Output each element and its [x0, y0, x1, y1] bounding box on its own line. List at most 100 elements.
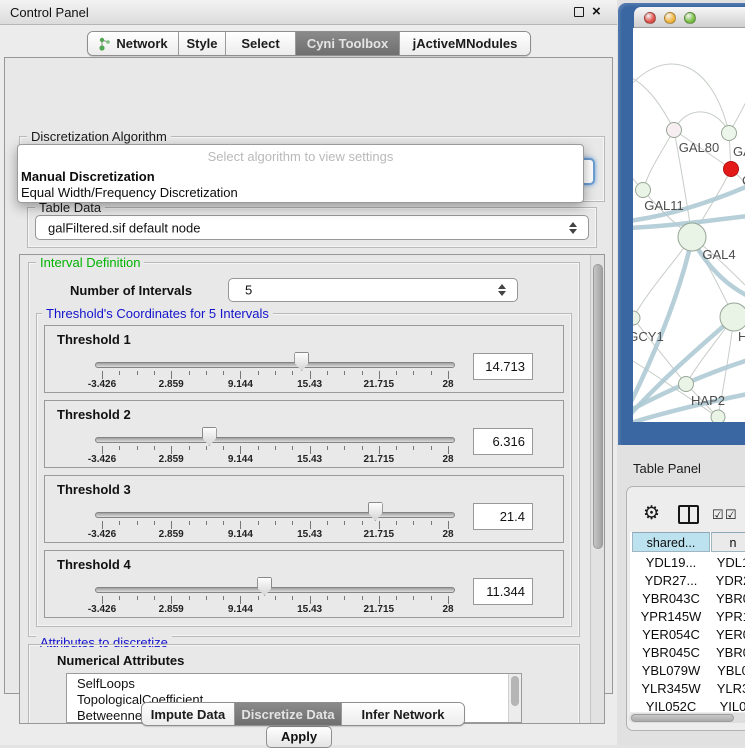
tab-cyni-toolbox[interactable]: Cyni Toolbox [296, 32, 400, 55]
column-header[interactable]: n [711, 532, 745, 552]
slider-tick [413, 521, 414, 525]
threshold-box: Threshold 4-3.4262.8599.14415.4321.71528… [44, 550, 564, 618]
table-cell[interactable]: YDR27... [632, 572, 710, 590]
table-cell[interactable]: YLR345W [632, 680, 710, 698]
control-panel-titlebar: Control Panel × [0, 0, 617, 25]
algorithm-option[interactable]: Manual Discretization [21, 169, 155, 184]
network-node[interactable] [720, 303, 745, 331]
minimize-traffic-light-icon[interactable] [664, 12, 676, 24]
split-columns-icon[interactable] [678, 505, 699, 524]
float-window-icon[interactable] [574, 7, 584, 17]
table-cell[interactable]: YER0 [711, 626, 745, 644]
num-intervals-combo[interactable]: 5 [228, 278, 518, 302]
tab-discretize-data[interactable]: Discretize Data [235, 703, 342, 725]
table-cell[interactable]: YIL0 [711, 698, 745, 712]
node-table[interactable]: shared...nYDL19...YDL1YDR27...YDR2YBR043… [630, 532, 745, 712]
tab-infer-network[interactable]: Infer Network [342, 703, 464, 725]
slider-tick-label: 21.715 [364, 379, 395, 390]
network-node-label[interactable]: GCY1 [633, 329, 664, 344]
table-horizontal-scrollbar[interactable] [629, 713, 745, 723]
slider-track[interactable] [95, 512, 455, 518]
table-hscroll-thumb[interactable] [631, 714, 734, 722]
table-cell[interactable]: YBR0 [711, 590, 745, 608]
table-cell[interactable]: YBL0 [711, 662, 745, 680]
table-cell[interactable]: YIL052C [632, 698, 710, 712]
slider-track[interactable] [95, 587, 455, 593]
tab-jactivemnodules[interactable]: jActiveMNodules [400, 32, 530, 55]
checkbox-icon[interactable]: ☑ [725, 507, 737, 523]
slider-tick [275, 521, 276, 525]
table-cell[interactable]: YDL1 [711, 554, 745, 572]
tab-network[interactable]: Network [88, 32, 179, 55]
slider-thumb[interactable] [368, 502, 383, 521]
network-node[interactable] [667, 123, 682, 138]
num-intervals-value: 5 [245, 283, 252, 298]
table-data-combo[interactable]: galFiltered.sif default node [35, 215, 589, 240]
slider-tick [344, 446, 345, 450]
close-traffic-light-icon[interactable] [644, 12, 656, 24]
slider-tick-label: 9.144 [228, 604, 253, 615]
attribute-list-item[interactable]: SelfLoops [77, 676, 135, 691]
slider-thumb[interactable] [257, 577, 272, 596]
network-node-label[interactable]: GAL11 [644, 198, 684, 213]
slider-tick [396, 446, 397, 450]
slider-tick [206, 446, 207, 450]
network-node[interactable] [722, 126, 737, 141]
table-cell[interactable]: YLR3 [711, 680, 745, 698]
tab-label: Select [241, 36, 279, 51]
slider-track[interactable] [95, 362, 455, 368]
gear-icon[interactable]: ⚙ [643, 504, 660, 523]
tab-style[interactable]: Style [179, 32, 226, 55]
network-node-label[interactable]: GAL80 [679, 140, 719, 155]
checkbox-icon[interactable]: ☑ [712, 507, 724, 523]
table-cell[interactable]: YBR045C [632, 644, 710, 662]
algorithm-option[interactable]: Equal Width/Frequency Discretization [21, 185, 238, 200]
network-canvas[interactable]: GAL80GACGAL11GAL4GCY1HAHAP2 [633, 28, 745, 422]
slider-tick [362, 446, 363, 450]
threshold-value-field[interactable]: 11.344 [473, 578, 533, 605]
network-window[interactable]: GAL80GACGAL11GAL4GCY1HAHAP2 [618, 3, 745, 445]
network-node[interactable] [633, 311, 640, 325]
tab-impute-data[interactable]: Impute Data [142, 703, 235, 725]
table-cell[interactable]: YBR0 [711, 644, 745, 662]
close-icon[interactable]: × [592, 3, 601, 20]
network-node-label[interactable]: HA [738, 329, 745, 344]
list-scrollbar[interactable] [508, 674, 521, 722]
table-cell[interactable]: YDL19... [632, 554, 710, 572]
table-cell[interactable]: YBR043C [632, 590, 710, 608]
network-node[interactable] [636, 183, 651, 198]
network-node[interactable] [711, 410, 725, 422]
table-cell[interactable]: YDR2 [711, 572, 745, 590]
threshold-value-field[interactable]: 21.4 [473, 503, 533, 530]
column-header[interactable]: shared... [632, 532, 710, 552]
table-cell[interactable]: YPR1 [711, 608, 745, 626]
slider-thumb[interactable] [202, 427, 217, 446]
network-node-label[interactable]: HAP2 [691, 393, 725, 408]
network-node-label[interactable]: GA [733, 144, 745, 159]
zoom-traffic-light-icon[interactable] [684, 12, 696, 24]
slider-tick [223, 371, 224, 375]
slider-tick-label: -3.426 [88, 604, 116, 615]
threshold-value-field[interactable]: 6.316 [473, 428, 533, 455]
network-node[interactable] [679, 377, 694, 392]
table-cell[interactable]: YER054C [632, 626, 710, 644]
slider-tick-label: 15.43 [297, 604, 322, 615]
table-cell[interactable]: YPR145W [632, 608, 710, 626]
panel-scrollbar-thumb[interactable] [593, 264, 603, 549]
network-node-label[interactable]: GAL4 [702, 247, 735, 262]
table-cell[interactable]: YBL079W [632, 662, 710, 680]
panel-scrollbar[interactable] [590, 255, 605, 724]
slider-tick [344, 521, 345, 525]
slider-tick [119, 371, 120, 375]
bottom-tab-bar: Impute DataDiscretize DataInfer Network [141, 702, 465, 726]
slider-tick [396, 371, 397, 375]
slider-thumb[interactable] [294, 352, 309, 371]
slider-tick [431, 596, 432, 600]
threshold-value-field[interactable]: 14.713 [473, 353, 533, 380]
slider-tick [240, 446, 241, 454]
slider-tick [292, 371, 293, 375]
tab-select[interactable]: Select [226, 32, 296, 55]
slider-track[interactable] [95, 437, 455, 443]
network-node[interactable] [724, 162, 739, 177]
network-window-titlebar[interactable] [634, 7, 745, 28]
